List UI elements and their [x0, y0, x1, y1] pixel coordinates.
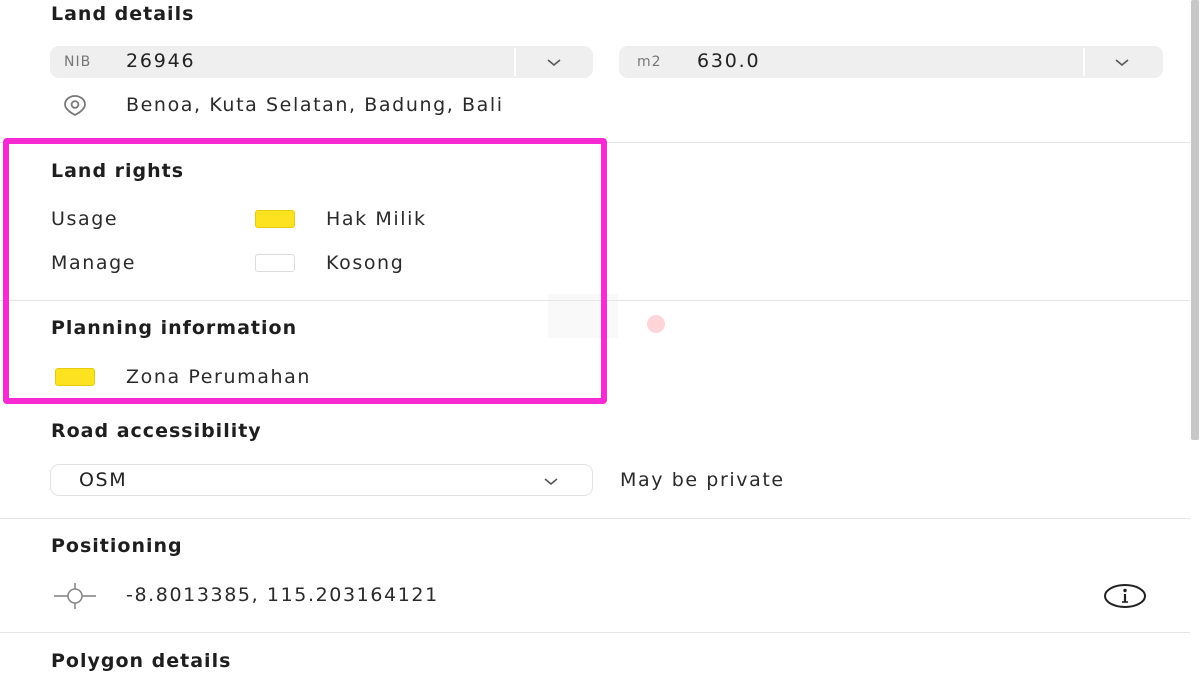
coordinates-text: -8.8013385, 115.203164121 — [126, 584, 439, 606]
land-details-heading: Land details — [51, 3, 195, 25]
road-access-note: May be private — [620, 469, 785, 491]
nib-select[interactable]: NIB 26946 — [50, 46, 593, 78]
area-select-separator — [1083, 48, 1085, 76]
road-accessibility-heading: Road accessibility — [51, 420, 262, 442]
crosshair-icon — [54, 583, 96, 609]
section-divider — [0, 518, 1190, 519]
area-value: 630.0 — [697, 50, 761, 72]
positioning-heading: Positioning — [51, 535, 183, 557]
vertical-scrollbar[interactable] — [1191, 0, 1199, 440]
chevron-down-icon[interactable] — [545, 55, 563, 69]
chevron-down-icon[interactable] — [542, 474, 560, 488]
area-unit-prefix: m2 — [637, 54, 662, 70]
location-pin-icon — [64, 95, 86, 116]
info-icon[interactable] — [1103, 583, 1147, 609]
area-select[interactable]: m2 630.0 — [619, 46, 1163, 78]
section-divider — [0, 632, 1190, 633]
road-source-value: OSM — [79, 469, 128, 491]
chevron-down-icon[interactable] — [1113, 55, 1131, 69]
road-source-select[interactable]: OSM — [50, 464, 593, 496]
highlight-box — [3, 138, 607, 404]
polygon-details-heading: Polygon details — [51, 650, 232, 672]
nib-value: 26946 — [126, 50, 196, 72]
nib-select-separator — [514, 48, 516, 76]
address-text: Benoa, Kuta Selatan, Badung, Bali — [126, 94, 504, 116]
nib-prefix: NIB — [64, 54, 92, 70]
